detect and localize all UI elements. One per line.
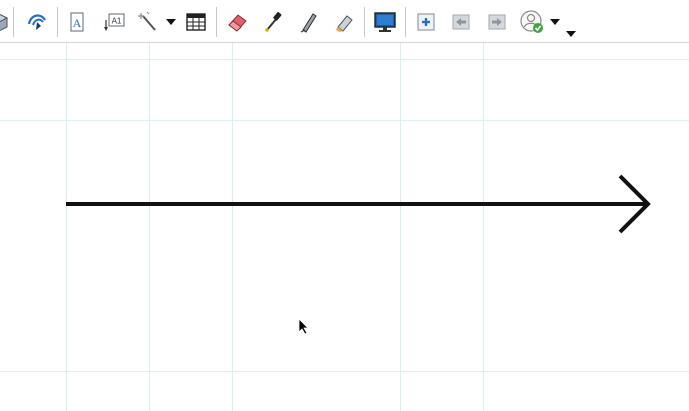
add-page-icon[interactable] — [413, 9, 439, 35]
svg-text:A: A — [73, 16, 82, 30]
canvas-svg — [0, 43, 689, 411]
toolbar-separator — [13, 7, 14, 37]
table-icon[interactable] — [183, 9, 209, 35]
toolbar-overflow-arrow[interactable] — [566, 31, 576, 37]
mouse-cursor-icon — [298, 318, 309, 335]
toolbar-separator — [364, 7, 365, 37]
magic-wand-icon[interactable] — [136, 9, 162, 35]
text-box-icon[interactable]: A — [64, 9, 90, 35]
next-page-icon[interactable] — [484, 9, 510, 35]
toolbar-separator — [216, 7, 217, 37]
text-label-icon[interactable]: A1 — [101, 9, 127, 35]
pen-icon[interactable] — [295, 9, 321, 35]
dropper-icon[interactable] — [260, 9, 286, 35]
cube-icon[interactable] — [0, 9, 12, 35]
user-dropdown-arrow[interactable] — [550, 19, 560, 25]
toolbar-separator — [57, 7, 58, 37]
drawing-canvas[interactable] — [0, 43, 689, 411]
wand-dropdown-arrow[interactable] — [166, 19, 176, 25]
canvas-grid — [0, 43, 689, 411]
toolbar-separator — [405, 7, 406, 37]
monitor-icon[interactable] — [372, 9, 398, 35]
drawn-arrow[interactable] — [66, 174, 651, 234]
arc-icon[interactable] — [24, 9, 50, 35]
eraser-icon[interactable] — [224, 9, 250, 35]
previous-page-icon[interactable] — [448, 9, 474, 35]
highlighter-icon[interactable] — [331, 9, 357, 35]
toolbar: A A1 — [0, 0, 689, 43]
svg-text:A1: A1 — [112, 17, 122, 26]
user-status-icon[interactable] — [519, 9, 545, 35]
